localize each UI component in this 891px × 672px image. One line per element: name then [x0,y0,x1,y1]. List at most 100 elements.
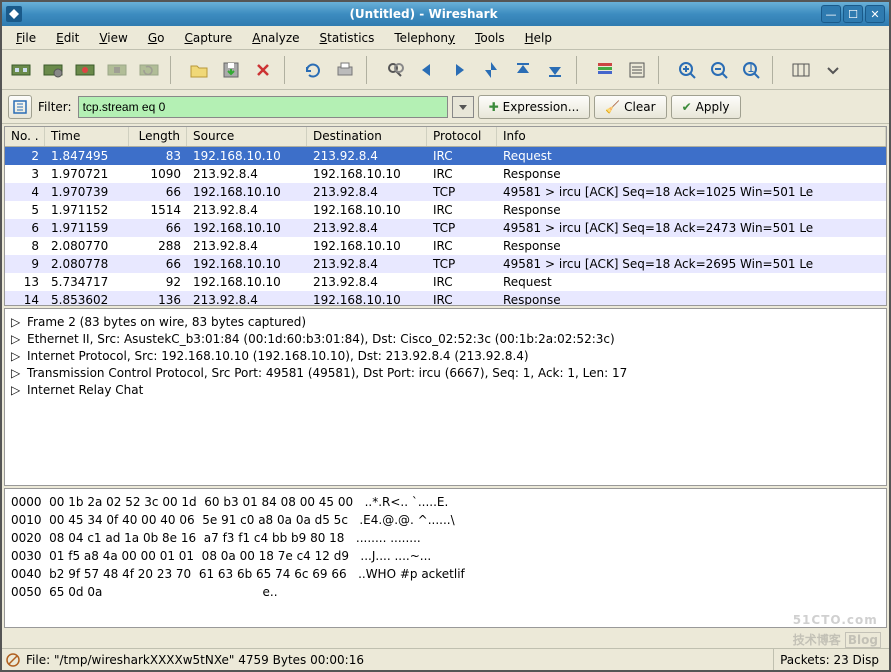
packet-cell: 192.168.10.10 [307,293,427,305]
menu-statistics[interactable]: Statistics [312,29,383,47]
toolbar-separator [170,56,178,84]
col-protocol[interactable]: Protocol [427,127,497,146]
menu-file[interactable]: File [8,29,44,47]
packet-cell: 66 [129,221,187,235]
filter-bookmark-button[interactable] [8,95,32,119]
packet-bytes-pane[interactable]: 0000 00 1b 2a 02 52 3c 00 1d 60 b3 01 84… [4,488,887,628]
expand-icon[interactable]: ▷ [11,332,21,346]
restart-capture-icon[interactable] [134,55,164,85]
go-last-icon[interactable] [540,55,570,85]
expand-icon[interactable]: ▷ [11,349,21,363]
zoom-in-icon[interactable] [672,55,702,85]
go-first-icon[interactable] [508,55,538,85]
packet-row[interactable]: 61.97115966192.168.10.10213.92.8.4TCP495… [5,219,886,237]
packet-cell: 83 [129,149,187,163]
reload-icon[interactable] [298,55,328,85]
packet-row[interactable]: 21.84749583192.168.10.10213.92.8.4IRCReq… [5,147,886,165]
expression-button[interactable]: ✚Expression... [478,95,591,119]
detail-ethernet[interactable]: ▷Ethernet II, Src: AsustekC_b3:01:84 (00… [11,330,880,347]
filter-dropdown-button[interactable] [452,96,474,118]
hex-row: 0040 b2 9f 57 48 4f 20 23 70 61 63 6b 65… [11,567,465,581]
packet-cell: Response [497,239,886,253]
colorize-icon[interactable] [590,55,620,85]
interfaces-icon[interactable] [6,55,36,85]
expand-icon[interactable]: ▷ [11,366,21,380]
open-file-icon[interactable] [184,55,214,85]
packet-cell: 192.168.10.10 [307,239,427,253]
detail-tcp[interactable]: ▷Transmission Control Protocol, Src Port… [11,364,880,381]
apply-button[interactable]: ✔Apply [671,95,741,119]
resize-columns-icon[interactable] [786,55,816,85]
packet-cell: 213.92.8.4 [307,221,427,235]
window-title: (Untitled) - Wireshark [28,7,819,21]
go-forward-icon[interactable] [444,55,474,85]
stop-capture-icon[interactable] [102,55,132,85]
packet-cell: 213.92.8.4 [307,257,427,271]
menu-help[interactable]: Help [517,29,560,47]
packet-cell: 1.847495 [45,149,129,163]
detail-irc[interactable]: ▷Internet Relay Chat [11,381,880,398]
col-length[interactable]: Length [129,127,187,146]
expand-icon[interactable]: ▷ [11,383,21,397]
packet-row[interactable]: 51.9711521514213.92.8.4192.168.10.10IRCR… [5,201,886,219]
packet-cell: Response [497,167,886,181]
packet-cell: 1.971152 [45,203,129,217]
packet-row[interactable]: 135.73471792192.168.10.10213.92.8.4IRCRe… [5,273,886,291]
auto-scroll-icon[interactable] [622,55,652,85]
save-file-icon[interactable] [216,55,246,85]
find-icon[interactable] [380,55,410,85]
menu-tools[interactable]: Tools [467,29,513,47]
packet-row[interactable]: 92.08077866192.168.10.10213.92.8.4TCP495… [5,255,886,273]
print-icon[interactable] [330,55,360,85]
menu-go[interactable]: Go [140,29,173,47]
go-to-packet-icon[interactable] [476,55,506,85]
packet-row[interactable]: 31.9707211090213.92.8.4192.168.10.10IRCR… [5,165,886,183]
packet-list-pane[interactable]: No. . Time Length Source Destination Pro… [4,126,887,306]
menu-view[interactable]: View [91,29,135,47]
col-source[interactable]: Source [187,127,307,146]
packet-cell: 192.168.10.10 [187,275,307,289]
menu-telephony[interactable]: Telephony [386,29,463,47]
zoom-out-icon[interactable] [704,55,734,85]
main-toolbar: 1 [2,50,889,90]
packet-cell: IRC [427,239,497,253]
packet-cell: 2.080770 [45,239,129,253]
detail-ip[interactable]: ▷Internet Protocol, Src: 192.168.10.10 (… [11,347,880,364]
col-time[interactable]: Time [45,127,129,146]
menu-edit[interactable]: Edit [48,29,87,47]
col-info[interactable]: Info [497,127,886,146]
capture-options-icon[interactable] [38,55,68,85]
zoom-reset-icon[interactable]: 1 [736,55,766,85]
close-button[interactable]: ✕ [865,5,885,23]
toolbar-separator [772,56,780,84]
packet-cell: 213.92.8.4 [187,167,307,181]
packet-row[interactable]: 82.080770288213.92.8.4192.168.10.10IRCRe… [5,237,886,255]
clear-button[interactable]: 🧹Clear [594,95,666,119]
go-back-icon[interactable] [412,55,442,85]
expand-icon[interactable]: ▷ [11,315,21,329]
packet-list-body[interactable]: 21.84749583192.168.10.10213.92.8.4IRCReq… [5,147,886,305]
col-destination[interactable]: Destination [307,127,427,146]
hex-row: 0000 00 1b 2a 02 52 3c 00 1d 60 b3 01 84… [11,495,448,509]
packet-row[interactable]: 145.853602136213.92.8.4192.168.10.10IRCR… [5,291,886,305]
packet-cell: 8 [5,239,45,253]
maximize-button[interactable]: ☐ [843,5,863,23]
menu-capture[interactable]: Capture [176,29,240,47]
menu-analyze[interactable]: Analyze [244,29,307,47]
packet-details-pane[interactable]: ▷Frame 2 (83 bytes on wire, 83 bytes cap… [4,308,887,486]
packet-cell: 3 [5,167,45,181]
broom-icon: 🧹 [605,100,620,114]
toolbar-overflow-icon[interactable] [818,55,848,85]
minimize-button[interactable]: — [821,5,841,23]
packet-cell: TCP [427,221,497,235]
filter-input[interactable] [78,96,448,118]
detail-frame[interactable]: ▷Frame 2 (83 bytes on wire, 83 bytes cap… [11,313,880,330]
packet-list-header: No. . Time Length Source Destination Pro… [5,127,886,147]
hex-row: 0010 00 45 34 0f 40 00 40 06 5e 91 c0 a8… [11,513,455,527]
stop-icon[interactable] [6,653,20,667]
toolbar-separator [284,56,292,84]
packet-row[interactable]: 41.97073966192.168.10.10213.92.8.4TCP495… [5,183,886,201]
start-capture-icon[interactable] [70,55,100,85]
close-file-icon[interactable] [248,55,278,85]
col-no[interactable]: No. . [5,127,45,146]
